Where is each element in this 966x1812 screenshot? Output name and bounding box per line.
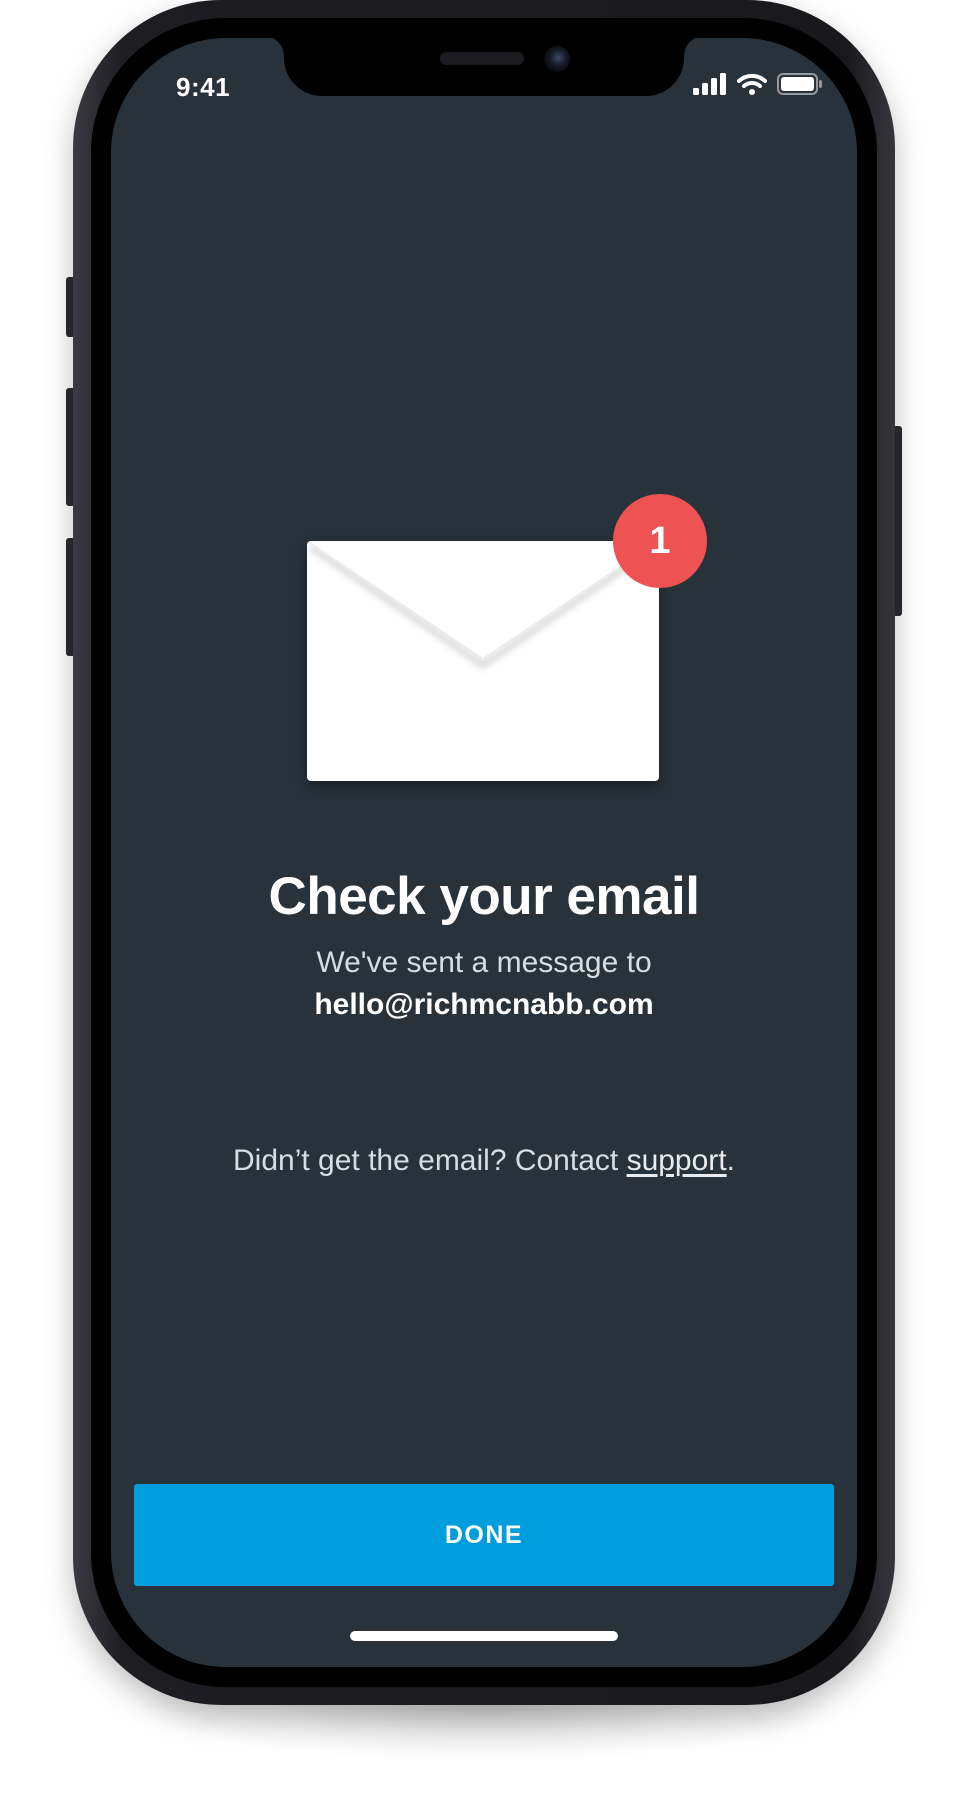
help-prefix: Didn’t get the email? Contact — [233, 1144, 627, 1177]
envelope-icon — [307, 541, 659, 781]
notch — [284, 38, 684, 96]
done-button[interactable]: DONE — [134, 1484, 834, 1586]
earpiece-speaker — [440, 52, 524, 65]
app-screen: 9:41 1 Check your email We've sent a mes… — [111, 38, 857, 1667]
home-indicator[interactable] — [350, 1631, 618, 1641]
front-camera — [544, 46, 570, 72]
sent-message-text: We've sent a message to — [316, 946, 652, 979]
email-illustration: 1 — [307, 494, 707, 803]
help-suffix: . — [726, 1144, 735, 1177]
status-icons — [693, 72, 823, 100]
page-title: Check your email — [268, 867, 700, 926]
cellular-signal-icon — [693, 72, 727, 100]
support-link[interactable]: support — [627, 1144, 727, 1177]
help-text: Didn’t get the email? Contact support. — [111, 1144, 857, 1178]
battery-icon — [777, 72, 823, 100]
email-address: hello@richmcnabb.com — [314, 988, 654, 1021]
wifi-icon — [737, 73, 767, 100]
notification-badge: 1 — [613, 494, 707, 588]
device-mockup: 9:41 1 Check your email We've sent a mes… — [0, 0, 966, 1812]
status-time: 9:41 — [176, 72, 231, 102]
